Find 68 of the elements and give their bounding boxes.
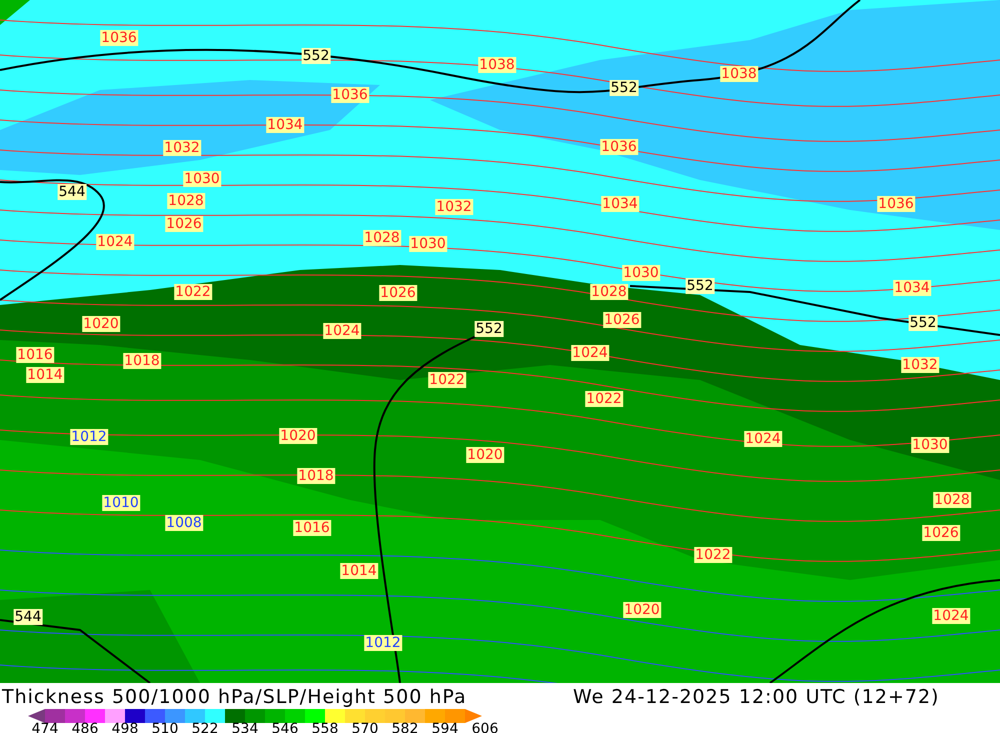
isobar-label: 1032 [435,199,473,215]
valid-time: We 24-12-2025 12:00 UTC (12+72) [573,685,940,710]
isobar-label: 1008 [165,515,203,531]
chart-title: Thickness 500/1000 hPa/SLP/Height 500 hPa [2,685,467,710]
isobar-label: 1030 [911,437,949,453]
isobar-label: 1028 [590,284,628,300]
legend-tick-label: 582 [390,722,420,733]
legend-tick-label: 594 [430,722,460,733]
height-label: 552 [302,48,330,64]
isobar-label: 1018 [123,353,161,369]
isobar-label: 1036 [331,87,369,103]
isobar-label: 1036 [600,139,638,155]
legend-tick-label: 486 [70,722,100,733]
legend-tick-label: 474 [30,722,60,733]
isobar-label: 1024 [96,234,134,250]
isobar-label: 1014 [26,367,64,383]
legend-tick-label: 570 [350,722,380,733]
isobar-label: 1030 [409,236,447,252]
legend-tick-label: 534 [230,722,260,733]
isobar-label: 1032 [163,140,201,156]
legend-tick-label: 546 [270,722,300,733]
isobar-label: 1030 [183,171,221,187]
isobar-label: 1036 [877,196,915,212]
isobar-label: 1024 [323,323,361,339]
isobar-label: 1012 [364,635,402,651]
legend-tick-label: 510 [150,722,180,733]
isobar-label: 1028 [363,230,401,246]
isobar-label: 1024 [744,431,782,447]
height-label: 552 [908,315,938,331]
isobar-label: 1018 [297,468,335,484]
isobar-label: 1034 [266,117,304,133]
isobar-label: 1030 [622,265,660,281]
isobar-label: 1034 [893,280,931,296]
isobar-label: 1022 [585,391,623,407]
isobar-label: 1026 [922,525,960,541]
isobar-label: 1038 [720,66,758,82]
isobar-label: 1022 [694,547,732,563]
legend-tick-label: 606 [470,722,500,733]
isobar-label: 1014 [340,563,378,579]
isobar-label: 1024 [571,345,609,361]
isobar-label: 1010 [102,495,140,511]
legend-tick-label: 498 [110,722,140,733]
height-label: 552 [474,321,504,337]
isobar-label: 1020 [466,447,504,463]
isobar-label: 1022 [174,284,212,300]
isobar-label: 1026 [165,216,203,232]
isobar-label: 1016 [16,347,54,363]
isobar-label: 1028 [933,492,971,508]
isobar-label: 1012 [70,429,108,445]
isobar-label: 1020 [623,602,661,618]
height-label: 552 [686,278,714,294]
legend-tick-label: 522 [190,722,220,733]
isobar-label: 1026 [603,312,641,328]
height-label: 552 [610,80,638,96]
isobar-label: 1016 [293,520,331,536]
isobar-label: 1034 [601,196,639,212]
isobar-label: 1020 [279,428,317,444]
isobar-label: 1022 [428,372,466,388]
isobar-label: 1032 [901,357,939,373]
isobar-label: 1024 [932,608,970,624]
legend-tick-label: 558 [310,722,340,733]
isobar-label: 1028 [167,193,205,209]
height-label: 544 [14,609,42,625]
isobar-label: 1038 [478,57,516,73]
isobar-label: 1036 [100,30,138,46]
height-label: 544 [58,184,86,200]
isobar-label: 1020 [82,316,120,332]
isobar-label: 1026 [379,285,417,301]
